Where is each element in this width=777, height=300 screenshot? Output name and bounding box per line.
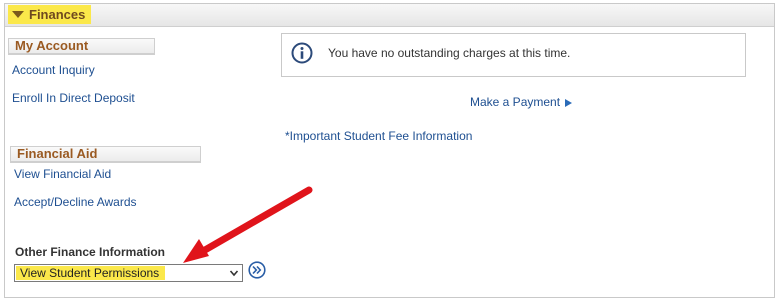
other-finance-label: Other Finance Information <box>15 245 166 259</box>
chevron-down-icon <box>229 270 239 277</box>
panel-title: Finances <box>29 7 86 22</box>
student-fee-info-link[interactable]: *Important Student Fee Information <box>285 129 472 143</box>
panel-header: Finances <box>5 4 774 27</box>
enroll-direct-deposit-link[interactable]: Enroll In Direct Deposit <box>12 91 135 105</box>
notice-message: You have no outstanding charges at this … <box>328 46 571 60</box>
selected-option: View Student Permissions <box>16 266 166 280</box>
make-payment-label: Make a Payment <box>470 95 561 109</box>
other-finance-select[interactable]: View Student Permissions <box>14 264 243 282</box>
view-financial-aid-link[interactable]: View Financial Aid <box>14 167 111 181</box>
go-button[interactable] <box>248 261 266 279</box>
info-icon <box>291 42 313 64</box>
accept-decline-awards-link[interactable]: Accept/Decline Awards <box>14 195 137 209</box>
make-payment-link[interactable]: Make a Payment <box>470 95 573 109</box>
financial-aid-heading: Financial Aid <box>10 146 201 163</box>
account-inquiry-link[interactable]: Account Inquiry <box>12 63 95 77</box>
charges-notice: You have no outstanding charges at this … <box>281 33 746 77</box>
triangle-down-icon <box>12 11 24 18</box>
play-icon <box>565 99 573 107</box>
my-account-heading: My Account <box>8 38 155 55</box>
finances-collapse-toggle[interactable]: Finances <box>8 5 92 24</box>
